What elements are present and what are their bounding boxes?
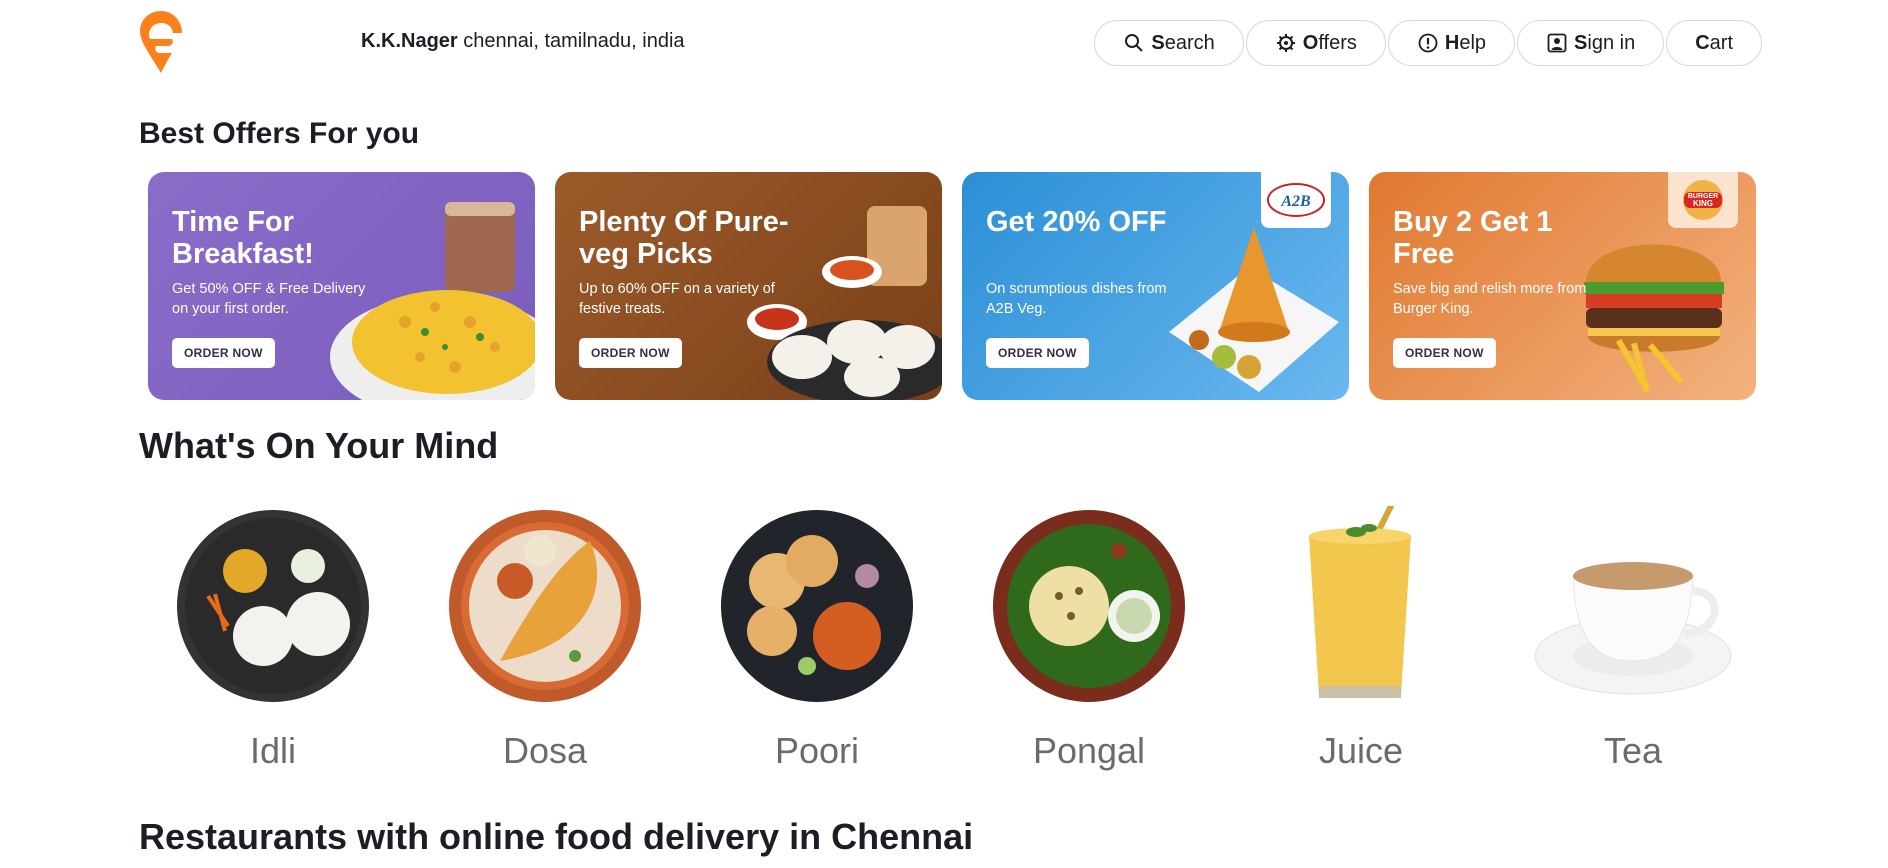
category-pongal[interactable]: Pongal xyxy=(955,476,1223,776)
category-idli[interactable]: Idli xyxy=(139,476,407,776)
category-label: Dosa xyxy=(502,730,588,771)
offer-title: Get 20% OFF xyxy=(986,206,1167,238)
offer-card-pure-veg[interactable]: Plenty Of Pure-veg Picks Up to 60% OFF o… xyxy=(555,172,942,400)
whats-on-your-mind-title: What's On Your Mind xyxy=(139,425,499,466)
nav-cart-button[interactable]: Cart xyxy=(1666,20,1762,66)
nav-bar: Search Offers Help Sign in Cart xyxy=(1094,20,1762,66)
order-now-button[interactable]: ORDER NOW xyxy=(1393,338,1496,368)
offer-desc: Get 50% OFF & Free Delivery on your firs… xyxy=(172,281,366,317)
offer-desc: On scrumptious dishes from A2B Veg. xyxy=(986,281,1167,317)
nav-help-label: Help xyxy=(1444,31,1487,54)
offer-title: Buy 2 Get 1 Free xyxy=(1393,206,1553,270)
category-label: Idli xyxy=(249,730,297,771)
nav-offers-label: Offers xyxy=(1302,31,1357,54)
nav-offers-button[interactable]: Offers xyxy=(1245,20,1386,66)
nav-signin-label: Sign in xyxy=(1574,31,1636,54)
nav-help-button[interactable]: Help xyxy=(1387,20,1516,66)
best-offers-title: Best Offers For you xyxy=(139,117,420,150)
search-icon xyxy=(1123,32,1145,54)
category-label: Juice xyxy=(1318,730,1404,771)
category-label: Poori xyxy=(774,730,860,771)
restaurants-title: Restaurants with online food delivery in… xyxy=(139,816,974,857)
whats-on-your-mind-row: Idli Dosa Poori Pongal Juice Tea xyxy=(139,476,1759,776)
offer-title: Time For Breakfast! xyxy=(172,206,314,270)
offer-desc: Up to 60% OFF on a variety of festive tr… xyxy=(579,281,775,317)
category-tea[interactable]: Tea xyxy=(1499,476,1767,776)
order-now-button[interactable]: ORDER NOW xyxy=(172,338,275,368)
category-label: Tea xyxy=(1603,730,1663,771)
dosa-image xyxy=(449,510,641,702)
category-dosa[interactable]: Dosa xyxy=(411,476,679,776)
offer-card-a2b[interactable]: A2B Get 20% OFF On scrumptious dishes fr… xyxy=(962,172,1349,400)
category-juice[interactable]: Juice xyxy=(1227,476,1495,776)
swiggy-logo-icon[interactable] xyxy=(138,9,184,75)
nav-signin-button[interactable]: Sign in xyxy=(1517,20,1665,66)
offer-title: Plenty Of Pure-veg Picks xyxy=(579,206,789,270)
location-area: K.K.Nager xyxy=(361,30,458,52)
top-header: K.K.Nager chennai, tamilnadu, india Sear… xyxy=(0,0,1888,86)
nav-search-button[interactable]: Search xyxy=(1094,20,1244,66)
help-icon xyxy=(1417,32,1439,54)
pongal-image xyxy=(993,510,1185,702)
location-selector[interactable]: K.K.Nager chennai, tamilnadu, india xyxy=(361,30,685,53)
idli-image xyxy=(177,510,369,702)
nav-cart-label: Cart xyxy=(1695,31,1733,54)
location-address: chennai, tamilnadu, india xyxy=(463,30,685,52)
tea-cup-image xyxy=(1534,562,1732,695)
poori-image xyxy=(721,510,913,702)
offer-card-breakfast[interactable]: Time For Breakfast! Get 50% OFF & Free D… xyxy=(148,172,535,400)
order-now-button[interactable]: ORDER NOW xyxy=(986,338,1089,368)
gear-icon xyxy=(1275,32,1297,54)
offers-carousel: Time For Breakfast! Get 50% OFF & Free D… xyxy=(148,172,1756,400)
user-icon xyxy=(1546,32,1568,54)
order-now-button[interactable]: ORDER NOW xyxy=(579,338,682,368)
offer-card-burger-king[interactable]: BURGER KING Buy 2 Get 1 Free Save big and… xyxy=(1369,172,1756,400)
juice-glass-image xyxy=(1309,506,1411,698)
offer-desc: Save big and relish more from Burger Kin… xyxy=(1393,281,1587,317)
category-poori[interactable]: Poori xyxy=(683,476,951,776)
nav-search-label: Search xyxy=(1151,31,1215,54)
category-label: Pongal xyxy=(1032,730,1146,771)
